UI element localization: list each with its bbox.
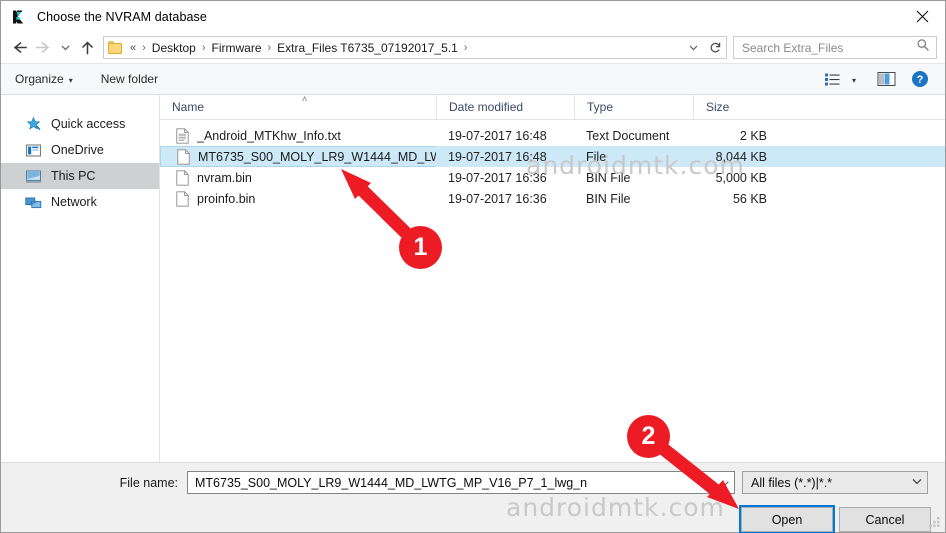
annotation-badge-2: 2 bbox=[627, 415, 670, 458]
annotation-arrow-2 bbox=[651, 437, 739, 509]
file-open-dialog: Choose the NVRAM database « › Desktop › … bbox=[0, 0, 946, 533]
